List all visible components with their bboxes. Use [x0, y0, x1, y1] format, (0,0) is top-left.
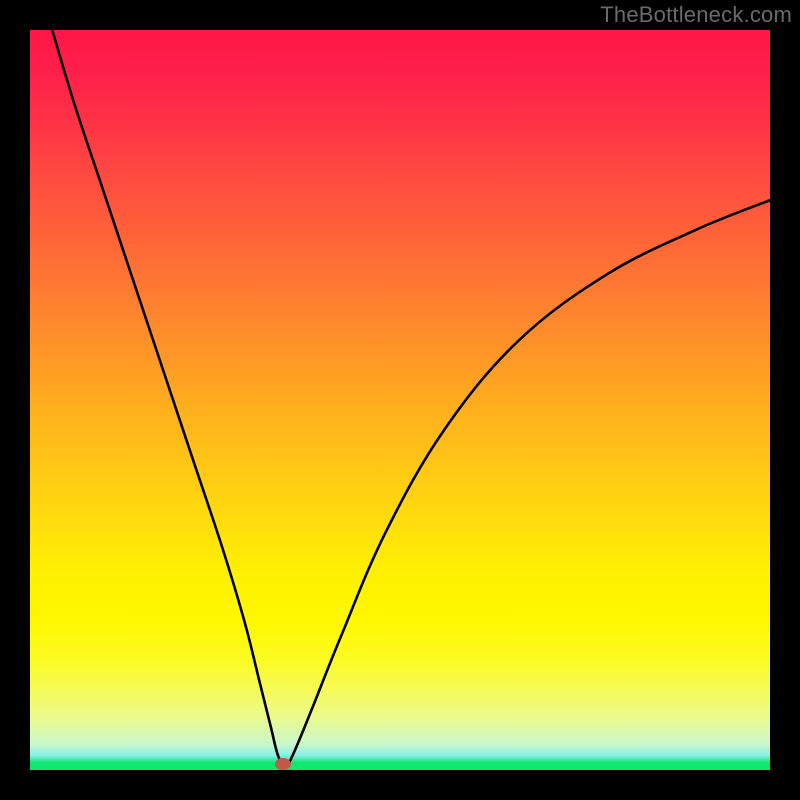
gradient-background	[30, 30, 770, 770]
watermark-text: TheBottleneck.com	[600, 2, 792, 28]
plot-area	[30, 30, 770, 770]
chart-container: TheBottleneck.com	[0, 0, 800, 800]
optimal-marker	[275, 758, 291, 770]
